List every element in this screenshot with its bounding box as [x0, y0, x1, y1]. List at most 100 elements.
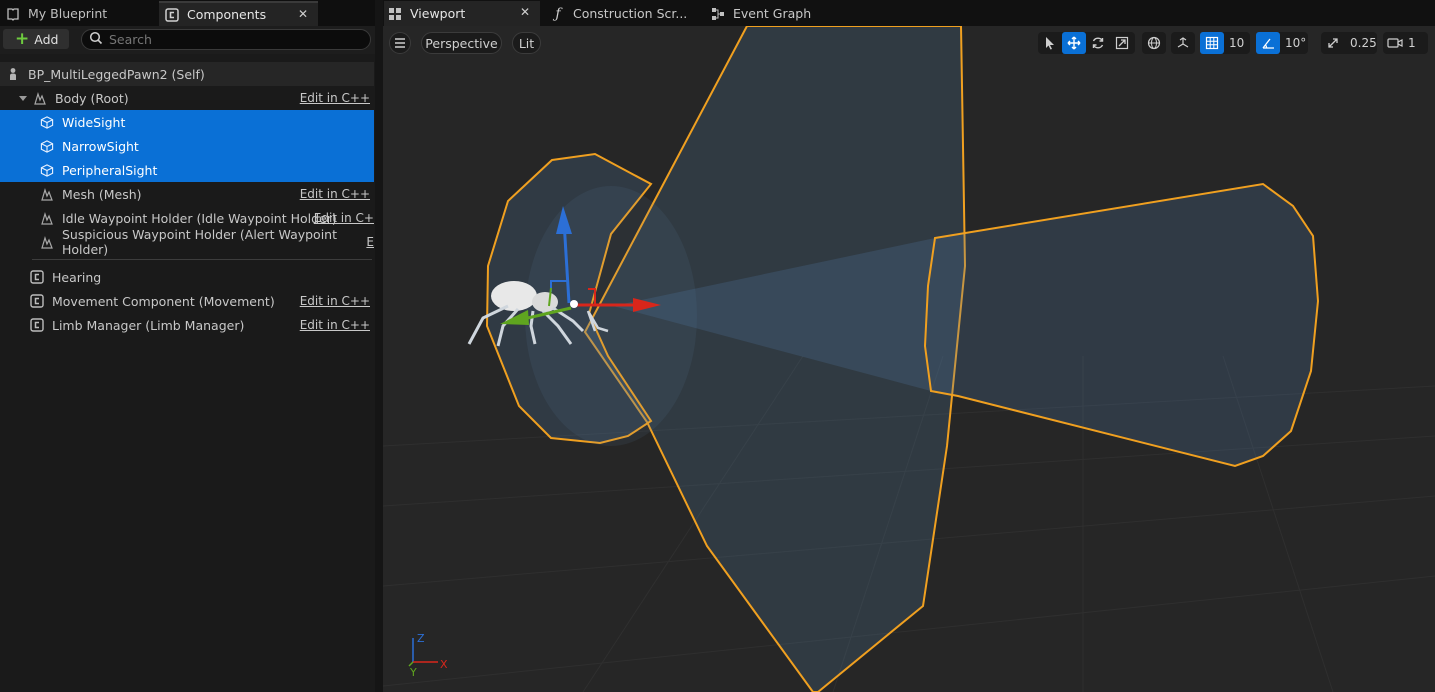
- tree-item-widesight[interactable]: WideSight: [0, 110, 374, 134]
- rotation-snap-control[interactable]: 10°: [1256, 32, 1308, 54]
- skeletal-mesh-icon: [40, 187, 54, 201]
- world-local-toggle[interactable]: [1142, 32, 1166, 54]
- tree-item-label: Idle Waypoint Holder (Idle Waypoint Hold…: [62, 210, 337, 226]
- skeletal-mesh-icon: [33, 91, 47, 105]
- editor-area: Viewport ✕ ƒ Construction Scr... Event G…: [383, 0, 1435, 692]
- grid-snap-control[interactable]: 10: [1200, 32, 1250, 54]
- scale-snap-icon: [1321, 32, 1345, 54]
- viewport-icon: [388, 7, 402, 21]
- static-mesh-icon: [40, 139, 54, 153]
- axis-x-label: X: [440, 658, 448, 671]
- add-button-label: Add: [34, 31, 59, 47]
- tab-my-blueprint-label: My Blueprint: [28, 6, 108, 21]
- tree-item-suspicious-waypoint[interactable]: Suspicious Waypoint Holder (Alert Waypoi…: [0, 227, 374, 257]
- tab-components[interactable]: Components ✕: [159, 1, 318, 26]
- tree-item-label: NarrowSight: [62, 138, 139, 154]
- tab-viewport-label: Viewport: [410, 6, 466, 21]
- camera-speed-control[interactable]: 1: [1383, 32, 1428, 54]
- axis-indicator: Z X Y: [408, 632, 448, 679]
- tree-item-movement[interactable]: Movement Component (Movement) Edit in C+…: [0, 289, 374, 313]
- tab-event-graph[interactable]: Event Graph: [711, 1, 861, 26]
- static-mesh-icon: [40, 115, 54, 129]
- search-icon: [89, 31, 103, 48]
- tree-item-limb-manager[interactable]: Limb Manager (Limb Manager) Edit in C++: [0, 313, 374, 337]
- scale-snap-control[interactable]: 0.25: [1321, 32, 1377, 54]
- angle-icon: [1256, 32, 1280, 54]
- tree-item-label: Movement Component (Movement): [52, 293, 275, 309]
- hamburger-icon: [394, 36, 406, 51]
- book-icon: [6, 7, 20, 21]
- scale-tool-icon[interactable]: [1110, 32, 1134, 54]
- divider: [32, 259, 372, 260]
- event-graph-icon: [711, 7, 725, 21]
- tree-item-self[interactable]: BP_MultiLeggedPawn2 (Self): [0, 62, 374, 86]
- tree-item-label: Suspicious Waypoint Holder (Alert Waypoi…: [62, 227, 338, 257]
- component-icon: [30, 270, 44, 284]
- rotate-tool-icon[interactable]: [1086, 32, 1110, 54]
- edit-in-cpp-link[interactable]: Edit in C++: [300, 187, 370, 201]
- tree-item-label: Hearing: [52, 269, 102, 285]
- camera-speed-value: 1: [1408, 36, 1416, 50]
- tab-viewport[interactable]: Viewport ✕: [384, 1, 540, 26]
- tab-construction-script[interactable]: ƒ Construction Scr...: [551, 1, 701, 26]
- perspective-button[interactable]: Perspective: [421, 32, 502, 54]
- add-button[interactable]: + Add: [3, 29, 69, 49]
- tree-item-hearing[interactable]: Hearing: [0, 265, 374, 289]
- lit-label: Lit: [518, 35, 535, 51]
- camera-icon: [1383, 32, 1407, 54]
- edit-in-cpp-link[interactable]: Edit in C++: [300, 294, 370, 308]
- tree-item-label: Limb Manager (Limb Manager): [52, 317, 245, 333]
- rotation-snap-value: 10°: [1285, 36, 1307, 50]
- lit-button[interactable]: Lit: [512, 32, 541, 54]
- search-input[interactable]: [109, 32, 349, 47]
- search-box: [81, 29, 371, 50]
- edit-in-cpp-link[interactable]: Edit in C++: [300, 318, 370, 332]
- chevron-down-icon[interactable]: [18, 93, 30, 103]
- grid-icon: [1200, 32, 1224, 54]
- component-icon: [30, 294, 44, 308]
- left-tab-bar: My Blueprint Components ✕: [0, 0, 375, 26]
- tree-item-label: Body (Root): [55, 90, 129, 106]
- tree-item-label: WideSight: [62, 114, 126, 130]
- static-mesh-icon: [40, 163, 54, 177]
- component-icon: [30, 318, 44, 332]
- globe-icon: [1142, 32, 1166, 54]
- viewport-scene: Z X Y: [383, 26, 1435, 692]
- tab-event-graph-label: Event Graph: [733, 6, 812, 21]
- tree-item-narrowsight[interactable]: NarrowSight: [0, 134, 374, 158]
- edit-in-cpp-link[interactable]: E: [366, 235, 374, 249]
- tab-components-label: Components: [187, 7, 267, 22]
- component-icon: [165, 7, 179, 22]
- close-icon[interactable]: ✕: [298, 7, 308, 21]
- components-toolbar: + Add: [0, 26, 375, 54]
- close-icon[interactable]: ✕: [520, 5, 530, 19]
- select-tool-icon[interactable]: [1038, 32, 1062, 54]
- grid-snap-value: 10: [1229, 36, 1245, 50]
- tab-construction-label: Construction Scr...: [573, 6, 688, 21]
- scale-snap-value: 0.25: [1350, 36, 1377, 50]
- edit-in-cpp-link[interactable]: Edit in C++: [300, 91, 370, 105]
- move-tool-icon[interactable]: [1062, 32, 1086, 54]
- viewport-menu-button[interactable]: [389, 32, 411, 54]
- tree-item-mesh[interactable]: Mesh (Mesh) Edit in C++: [0, 182, 374, 206]
- pawn-icon: [6, 67, 20, 81]
- viewport-tab-bar: Viewport ✕ ƒ Construction Scr... Event G…: [383, 0, 1435, 26]
- perspective-label: Perspective: [425, 35, 498, 51]
- tree-item-peripheralsight[interactable]: PeripheralSight: [0, 158, 374, 182]
- skeletal-mesh-icon: [40, 235, 54, 249]
- surface-snap-icon: [1171, 32, 1195, 54]
- tree-item-body[interactable]: Body (Root) Edit in C++: [0, 86, 374, 110]
- function-icon: ƒ: [555, 5, 561, 22]
- tree-item-label: Mesh (Mesh): [62, 186, 142, 202]
- transform-tools: [1038, 32, 1135, 54]
- tree-item-label: PeripheralSight: [62, 162, 158, 178]
- edit-in-cpp-link[interactable]: Edit in C+: [314, 211, 374, 225]
- plus-icon: +: [15, 28, 30, 49]
- 3d-viewport[interactable]: Z X Y Perspective Lit 10 10° 0.25 1: [383, 26, 1435, 692]
- axis-y-label: Y: [409, 666, 417, 679]
- tab-my-blueprint[interactable]: My Blueprint: [4, 1, 154, 26]
- axis-z-label: Z: [417, 632, 425, 645]
- components-panel: My Blueprint Components ✕ + Add BP_: [0, 0, 375, 692]
- surface-snap-toggle[interactable]: [1171, 32, 1195, 54]
- tree-item-label: BP_MultiLeggedPawn2 (Self): [28, 66, 205, 82]
